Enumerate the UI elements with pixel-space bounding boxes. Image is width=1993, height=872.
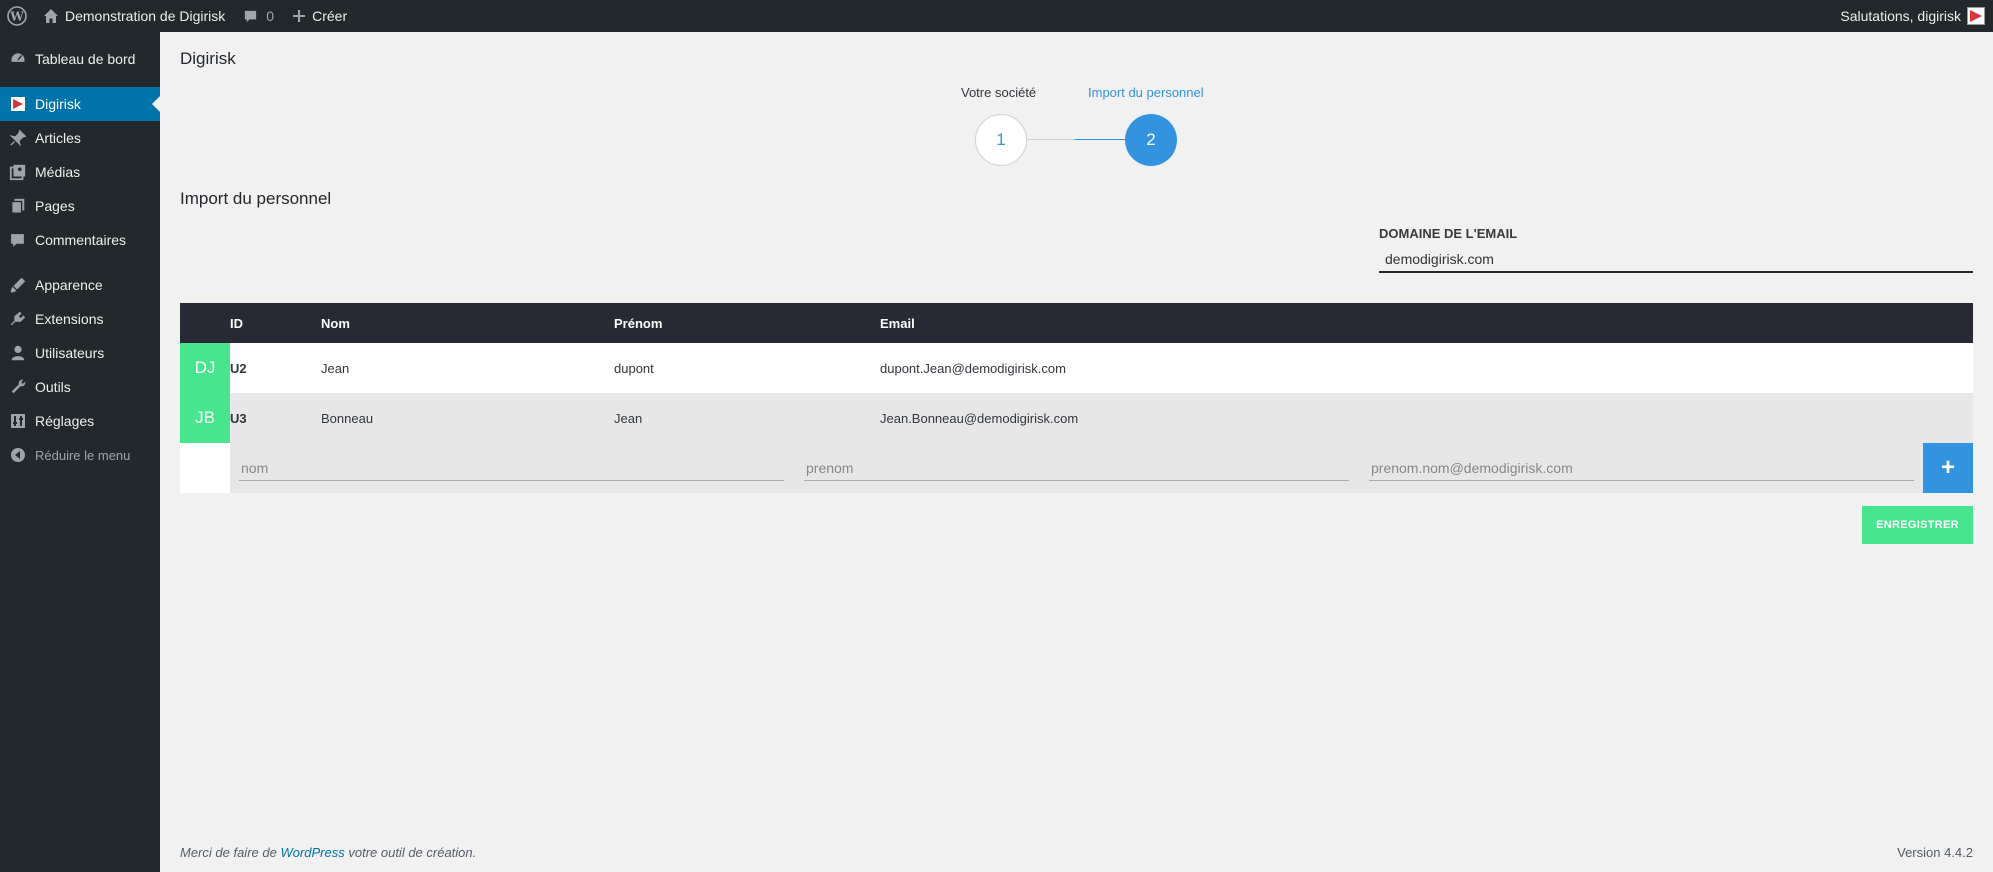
menu-label: Médias <box>35 164 81 180</box>
comments-icon <box>0 232 35 249</box>
step-2-circle[interactable]: 2 <box>1125 114 1177 166</box>
dashboard-icon <box>0 50 35 68</box>
collapse-icon <box>0 447 35 463</box>
menu-label: Digirisk <box>35 96 81 112</box>
menu-item-dashboard[interactable]: Tableau de bord <box>0 42 160 76</box>
menu-label: Réglages <box>35 413 95 429</box>
user-avatar: JB <box>180 393 230 443</box>
menu-item-settings[interactable]: Réglages <box>0 404 160 438</box>
home-icon <box>43 8 59 24</box>
menu-label: Tableau de bord <box>35 51 136 67</box>
cell-nom: Jean <box>321 360 350 376</box>
email-domain-input[interactable] <box>1379 246 1973 273</box>
tools-icon <box>0 378 35 396</box>
new-content-link[interactable]: Créer <box>283 0 356 32</box>
menu-item-articles[interactable]: Articles <box>0 121 160 155</box>
table-row: DJ U2 Jean dupont dupont.Jean@demodigiri… <box>180 343 1973 393</box>
table-header: ID Nom Prénom Email <box>180 303 1973 343</box>
appearance-icon <box>0 276 35 294</box>
collapse-label: Réduire le menu <box>35 447 131 463</box>
cell-email: Jean.Bonneau@demodigirisk.com <box>880 410 1079 426</box>
admin-sidebar: Tableau de bord Digirisk Articles Médias… <box>0 32 160 872</box>
step-2-label: Import du personnel <box>1088 85 1204 100</box>
user-avatar: DJ <box>180 343 230 393</box>
new-user-row: + <box>180 443 1973 493</box>
step-connector-active <box>1075 139 1125 140</box>
page-title: Digirisk <box>180 49 236 68</box>
table-row: JB U3 Bonneau Jean Jean.Bonneau@demodigi… <box>180 393 1973 443</box>
menu-label: Apparence <box>35 277 103 293</box>
comments-count: 0 <box>266 8 275 24</box>
menu-label: Extensions <box>35 311 104 327</box>
menu-item-appearance[interactable]: Apparence <box>0 268 160 302</box>
menu-label: Pages <box>35 198 75 214</box>
site-name: Demonstration de Digirisk <box>65 8 226 24</box>
user-avatar-icon <box>1967 7 1985 25</box>
my-account-link[interactable]: Salutations, digirisk <box>1831 0 1993 32</box>
digirisk-icon <box>0 96 35 112</box>
cell-prenom: dupont <box>614 360 654 376</box>
menu-item-comments[interactable]: Commentaires <box>0 223 160 257</box>
users-icon <box>0 344 35 362</box>
pages-icon <box>0 197 35 215</box>
add-user-button[interactable]: + <box>1923 443 1973 493</box>
footer-credit: Merci de faire de WordPress votre outil … <box>180 845 476 860</box>
menu-label: Articles <box>35 130 81 146</box>
comment-icon <box>243 9 258 24</box>
site-name-link[interactable]: Demonstration de Digirisk <box>34 0 234 32</box>
wordpress-link[interactable]: WordPress <box>280 845 344 860</box>
menu-item-users[interactable]: Utilisateurs <box>0 336 160 370</box>
main-content: Digirisk Votre société Import du personn… <box>160 32 1993 872</box>
column-header-prenom: Prénom <box>614 315 663 331</box>
new-user-avatar-placeholder <box>180 443 230 493</box>
cell-id: U2 <box>230 360 247 376</box>
new-email-input[interactable] <box>1369 455 1914 481</box>
cell-nom: Bonneau <box>321 410 374 426</box>
menu-item-tools[interactable]: Outils <box>0 370 160 404</box>
pin-icon <box>0 129 35 147</box>
menu-item-digirisk[interactable]: Digirisk <box>0 87 160 121</box>
new-prenom-input[interactable] <box>804 455 1349 481</box>
svg-text:W: W <box>9 10 24 24</box>
menu-item-extensions[interactable]: Extensions <box>0 302 160 336</box>
plus-icon <box>292 9 306 23</box>
personnel-table: ID Nom Prénom Email DJ U2 Jean dupont du… <box>180 303 1973 493</box>
email-domain-label: DOMAINE DE L'EMAIL <box>1379 226 1518 241</box>
greeting: Salutations, digirisk <box>1840 8 1961 24</box>
menu-item-medias[interactable]: Médias <box>0 155 160 189</box>
footer-text-before: Merci de faire de <box>180 845 281 860</box>
save-button[interactable]: ENREGISTRER <box>1862 506 1973 544</box>
email-domain-block: DOMAINE DE L'EMAIL <box>1379 226 1973 273</box>
section-title: Import du personnel <box>180 189 332 208</box>
step-1-label: Votre société <box>961 85 1037 100</box>
column-header-nom: Nom <box>321 315 350 331</box>
cell-id: U3 <box>230 410 247 426</box>
menu-label: Outils <box>35 379 71 395</box>
menu-label: Commentaires <box>35 232 127 248</box>
menu-label: Utilisateurs <box>35 345 105 361</box>
version-text: Version 4.4.2 <box>1897 845 1973 860</box>
new-nom-input[interactable] <box>239 455 784 481</box>
step-1-circle[interactable]: 1 <box>975 114 1027 166</box>
new-label: Créer <box>312 8 348 24</box>
cell-email: dupont.Jean@demodigirisk.com <box>880 360 1066 376</box>
comments-link[interactable]: 0 <box>234 0 283 32</box>
header-avatar-cell <box>180 303 230 343</box>
menu-item-pages[interactable]: Pages <box>0 189 160 223</box>
column-header-email: Email <box>880 315 915 331</box>
media-icon <box>0 163 35 181</box>
cell-prenom: Jean <box>614 410 643 426</box>
settings-icon <box>0 413 35 429</box>
footer: Merci de faire de WordPress votre outil … <box>180 845 1973 860</box>
column-header-id: ID <box>230 315 243 331</box>
collapse-menu-button[interactable]: Réduire le menu <box>0 438 160 472</box>
footer-text-after: votre outil de création. <box>344 845 477 860</box>
admin-bar: W Demonstration de Digirisk 0 Créer Salu… <box>0 0 1993 32</box>
wordpress-logo-icon[interactable]: W <box>0 0 34 32</box>
plugins-icon <box>0 310 35 328</box>
